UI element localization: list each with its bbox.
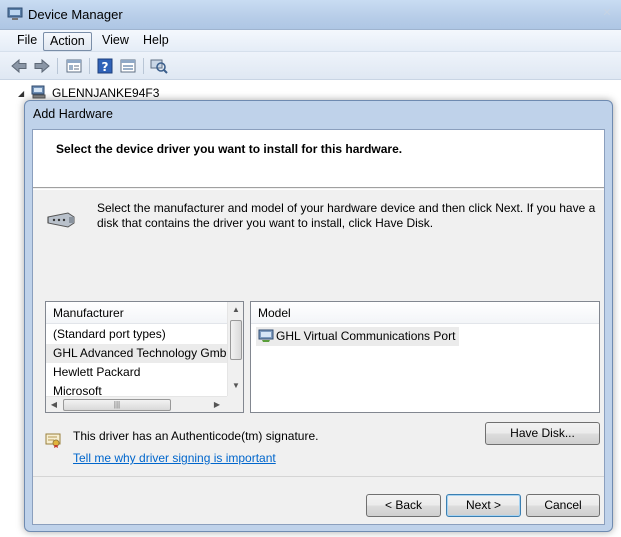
scroll-right-icon[interactable]: ▶ xyxy=(209,397,225,412)
footer-divider xyxy=(33,476,604,477)
toolbar-separator xyxy=(89,58,90,74)
close-icon[interactable]: ✕ xyxy=(597,4,617,22)
model-item-label: GHL Virtual Communications Port xyxy=(276,329,456,343)
dialog-header: Select the device driver you want to ins… xyxy=(33,130,604,188)
dialog-title: Add Hardware xyxy=(33,107,113,121)
menu-help[interactable]: Help xyxy=(137,32,175,51)
menu-view[interactable]: View xyxy=(96,32,135,51)
certificate-icon xyxy=(45,433,61,448)
scroll-left-icon[interactable]: ◀ xyxy=(46,397,62,412)
cancel-button[interactable]: Cancel xyxy=(526,494,600,517)
properties-icon[interactable] xyxy=(65,57,83,75)
back-button[interactable]: < Back xyxy=(366,494,441,517)
toolbar-separator xyxy=(143,58,144,74)
dialog-client-area: Select the device driver you want to ins… xyxy=(32,129,605,525)
forward-arrow-icon[interactable] xyxy=(33,57,51,75)
model-list[interactable]: Model GHL Virtual Communications Port xyxy=(250,301,600,413)
help-icon[interactable]: ? xyxy=(96,57,114,75)
toolbar-separator xyxy=(57,58,58,74)
back-arrow-icon[interactable] xyxy=(10,57,28,75)
signature-text: This driver has an Authenticode(tm) sign… xyxy=(73,429,319,443)
window-title: Device Manager xyxy=(28,7,123,22)
title-bar: Device Manager ✕ xyxy=(0,0,621,30)
header-divider xyxy=(33,189,604,190)
list-item-selected[interactable]: GHL Virtual Communications Port xyxy=(256,327,460,346)
scan-hardware-icon[interactable] xyxy=(150,57,168,75)
model-column-header: Model xyxy=(251,302,599,324)
manufacturer-list[interactable]: Manufacturer (Standard port types) GHL A… xyxy=(45,301,244,413)
horizontal-scrollbar[interactable]: ◀ ||| ▶ xyxy=(46,396,227,412)
scroll-up-icon[interactable]: ▲ xyxy=(228,302,243,318)
view-icon[interactable] xyxy=(119,57,137,75)
computer-icon xyxy=(31,85,46,99)
dialog-header-text: Select the device driver you want to ins… xyxy=(56,142,403,156)
list-item[interactable]: Hewlett Packard xyxy=(46,363,227,382)
tree-expander-icon[interactable]: ◢ xyxy=(18,89,24,98)
manufacturer-column-header: Manufacturer xyxy=(46,302,227,324)
have-disk-button[interactable]: Have Disk... xyxy=(485,422,600,445)
serial-connector-icon xyxy=(47,212,75,228)
scrollbar-thumb[interactable]: ||| xyxy=(63,399,171,411)
menu-file[interactable]: File xyxy=(11,32,43,51)
driver-signing-link[interactable]: Tell me why driver signing is important xyxy=(73,451,276,465)
list-item-selected[interactable]: GHL Advanced Technology GmbH xyxy=(46,344,227,363)
vertical-scrollbar[interactable]: ▲ ▼ xyxy=(227,302,243,396)
device-manager-icon xyxy=(7,7,23,20)
next-button[interactable]: Next > xyxy=(446,494,521,517)
scrollbar-corner xyxy=(227,396,243,412)
svg-text:?: ? xyxy=(102,60,109,74)
scrollbar-thumb[interactable] xyxy=(230,320,242,360)
instructions-text: Select the manufacturer and model of you… xyxy=(97,201,596,230)
port-icon xyxy=(258,329,274,342)
list-item[interactable]: (Standard port types) xyxy=(46,325,227,344)
menu-bar: File Action View Help xyxy=(0,30,621,52)
toolbar: ? xyxy=(0,52,621,80)
menu-action[interactable]: Action xyxy=(43,32,92,51)
scroll-down-icon[interactable]: ▼ xyxy=(228,378,243,394)
tree-root-label[interactable]: GLENNJANKE94F3 xyxy=(52,86,159,100)
add-hardware-dialog: Add Hardware Select the device driver yo… xyxy=(24,100,613,532)
